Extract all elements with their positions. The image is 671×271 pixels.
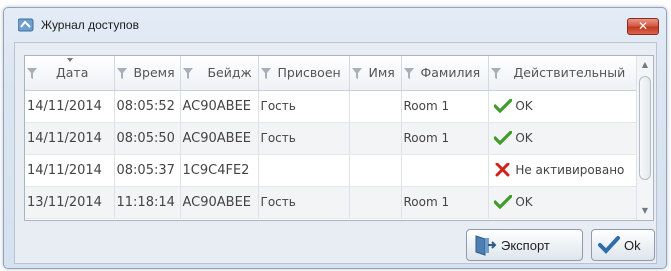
access-log-grid: Дата Время Бейдж Присвоен Имя Фамилия Де… xyxy=(24,55,654,221)
cell-surname xyxy=(401,154,489,187)
column-header-badge[interactable]: Бейдж xyxy=(180,56,259,91)
export-icon xyxy=(475,235,497,256)
status-text: Не активировано xyxy=(515,162,625,177)
app-icon xyxy=(18,18,34,32)
sort-desc-icon xyxy=(67,58,73,62)
status-text: OK xyxy=(515,130,533,145)
ok-label: Ok xyxy=(624,237,641,253)
cell-time: 11:18:14 xyxy=(114,186,181,219)
column-label-badge: Бейдж xyxy=(207,65,252,81)
column-label-name: Имя xyxy=(368,65,395,81)
check-icon xyxy=(493,195,512,210)
header-row: Дата Время Бейдж Присвоен Имя Фамилия Де… xyxy=(25,56,639,91)
cell-valid: OK xyxy=(488,90,639,123)
cell-assigned: Гость xyxy=(258,186,350,219)
column-header-surname[interactable]: Фамилия xyxy=(401,56,489,91)
dialog-body: Дата Время Бейдж Присвоен Имя Фамилия Де… xyxy=(14,42,657,264)
check-icon xyxy=(598,236,620,254)
filter-icon[interactable] xyxy=(260,68,271,80)
cell-surname: Room 1 xyxy=(401,90,489,123)
cell-badge: 1C9C4FE2 xyxy=(180,154,259,187)
filter-icon[interactable] xyxy=(490,68,501,80)
scroll-up-icon[interactable]: ▲ xyxy=(637,58,653,72)
cell-time: 08:05:37 xyxy=(114,154,181,187)
filter-icon[interactable] xyxy=(27,68,37,80)
filter-icon[interactable] xyxy=(351,68,362,80)
cell-badge: AC90ABEE xyxy=(180,122,259,155)
cell-date: 14/11/2014 xyxy=(25,90,115,123)
filter-icon[interactable] xyxy=(403,68,414,80)
table-row[interactable]: 13/11/2014 11:18:14 AC90ABEE Гость Room … xyxy=(25,186,639,219)
column-label-date: Дата xyxy=(55,65,89,81)
close-button[interactable]: ✕ xyxy=(627,18,659,35)
cell-badge: AC90ABEE xyxy=(180,90,259,123)
table-row[interactable]: 14/11/2014 08:05:50 AC90ABEE Гость Room … xyxy=(25,122,639,155)
column-header-valid[interactable]: Действительный xyxy=(488,56,639,91)
cell-surname: Room 1 xyxy=(401,122,489,155)
column-label-surname: Фамилия xyxy=(420,65,481,81)
ok-button[interactable]: Ok xyxy=(591,229,655,261)
access-log-table: Дата Время Бейдж Присвоен Имя Фамилия Де… xyxy=(25,56,639,219)
column-label-assigned: Присвоен xyxy=(277,65,341,81)
cell-surname: Room 1 xyxy=(401,186,489,219)
cell-assigned: Гость xyxy=(258,122,350,155)
cell-date: 14/11/2014 xyxy=(25,122,115,155)
cell-name xyxy=(349,90,402,123)
export-label: Экспорт xyxy=(501,237,550,253)
check-icon xyxy=(493,131,512,146)
cell-name xyxy=(349,122,402,155)
close-icon: ✕ xyxy=(637,19,649,33)
cell-valid: OK xyxy=(488,186,639,219)
cell-assigned: Гость xyxy=(258,90,350,123)
cell-time: 08:05:52 xyxy=(114,90,181,123)
cell-time: 08:05:50 xyxy=(114,122,181,155)
access-log-window: Журнал доступов ✕ Дата Время Бейдж Присв… xyxy=(3,7,667,269)
scroll-down-icon[interactable]: ▼ xyxy=(637,204,653,218)
title-bar[interactable]: Журнал доступов ✕ xyxy=(4,8,666,42)
cell-badge: AC90ABEE xyxy=(180,186,259,219)
export-button[interactable]: Экспорт xyxy=(466,229,583,261)
window-title: Журнал доступов xyxy=(41,18,139,32)
cell-name xyxy=(349,154,402,187)
scrollbar-thumb[interactable] xyxy=(639,76,651,180)
table-row[interactable]: 14/11/2014 08:05:52 AC90ABEE Гость Room … xyxy=(25,90,639,123)
table-row[interactable]: 14/11/2014 08:05:37 1C9C4FE2 Не активиро… xyxy=(25,154,639,187)
column-header-time[interactable]: Время xyxy=(114,56,181,91)
status-text: OK xyxy=(515,194,533,209)
column-header-name[interactable]: Имя xyxy=(349,56,402,91)
column-header-assigned[interactable]: Присвоен xyxy=(258,56,350,91)
cross-icon xyxy=(495,163,509,177)
cell-date: 13/11/2014 xyxy=(25,186,115,219)
vertical-scrollbar[interactable]: ▲ ▼ xyxy=(636,56,653,220)
cell-date: 14/11/2014 xyxy=(25,154,115,187)
column-label-time: Время xyxy=(133,65,175,81)
status-text: OK xyxy=(515,98,533,113)
cell-valid: OK xyxy=(488,122,639,155)
cell-name xyxy=(349,186,402,219)
filter-icon[interactable] xyxy=(182,68,193,80)
filter-icon[interactable] xyxy=(116,68,127,80)
cell-assigned xyxy=(258,154,350,187)
check-icon xyxy=(493,99,512,114)
column-header-date[interactable]: Дата xyxy=(25,56,115,91)
cell-valid: Не активировано xyxy=(488,154,639,187)
column-label-valid: Действительный xyxy=(513,65,626,81)
